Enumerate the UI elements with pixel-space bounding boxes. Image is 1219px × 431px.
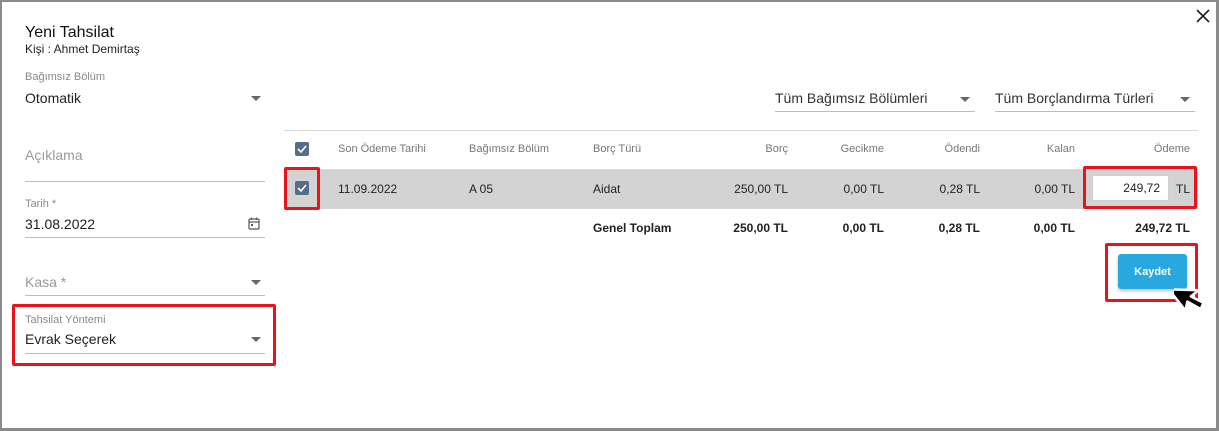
unit-select-value[interactable]: Otomatik [25, 90, 81, 106]
total-debt: 250,00 TL [733, 221, 788, 235]
cell-paid: 0,28 TL [939, 182, 980, 196]
header-paid: Ödendi [944, 143, 980, 155]
header-remaining: Kalan [1046, 143, 1075, 155]
chevron-down-icon[interactable] [251, 280, 261, 285]
dialog-title: Yeni Tahsilat [25, 24, 114, 41]
table-top-line [284, 130, 1198, 131]
highlight-payment-input [1083, 166, 1197, 209]
header-debt: Borç [765, 143, 788, 155]
calendar-icon[interactable] [248, 217, 260, 235]
table-row-line [284, 208, 1198, 209]
highlight-method [12, 304, 276, 366]
person-label: Kişi : Ahmet Demirtaş [25, 42, 140, 56]
total-delay: 0,00 TL [842, 221, 884, 235]
debt-type-filter-select[interactable]: Tüm Borçlandırma Türleri [995, 90, 1153, 106]
cell-debt-type: Aidat [593, 182, 621, 196]
date-field[interactable]: 31.08.2022 [25, 216, 95, 232]
cash-underline [25, 295, 265, 296]
cell-debt: 250,00 TL [734, 182, 788, 196]
total-remaining: 0,00 TL [1033, 221, 1075, 235]
header-delay: Gecikme [840, 143, 884, 155]
cell-due-date: 11.09.2022 [338, 182, 398, 196]
chevron-down-icon[interactable] [1180, 97, 1190, 102]
cell-unit: A 05 [469, 182, 494, 196]
cell-remaining: 0,00 TL [1034, 182, 1075, 196]
chevron-down-icon[interactable] [251, 96, 261, 101]
cash-select[interactable]: Kasa * [25, 274, 66, 290]
date-label: Tarih * [25, 198, 57, 210]
header-unit: Bağımsız Bölüm [469, 143, 550, 155]
close-icon[interactable] [1194, 7, 1212, 25]
unit-filter-underline [775, 111, 975, 112]
total-payment: 249,72 TL [1135, 221, 1190, 235]
select-all-checkbox[interactable] [295, 142, 309, 156]
cell-delay: 0,00 TL [843, 182, 884, 196]
debt-type-filter-underline [995, 111, 1195, 112]
mouse-pointer-icon [1167, 276, 1218, 325]
header-debt-type: Borç Türü [593, 143, 642, 155]
description-underline [25, 181, 265, 182]
total-paid: 0,28 TL [938, 221, 980, 235]
description-field[interactable]: Açıklama [25, 147, 83, 163]
chevron-down-icon[interactable] [960, 97, 970, 102]
unit-filter-select[interactable]: Tüm Bağımsız Bölümleri [775, 90, 927, 106]
total-label: Genel Toplam [593, 221, 672, 235]
dialog-frame [0, 0, 1219, 431]
header-payment: Ödeme [1153, 143, 1190, 155]
unit-select-label: Bağımsız Bölüm [25, 71, 106, 83]
date-underline [25, 237, 265, 238]
header-due-date: Son Ödeme Tarihi [338, 143, 426, 155]
highlight-row-checkbox [284, 167, 320, 210]
